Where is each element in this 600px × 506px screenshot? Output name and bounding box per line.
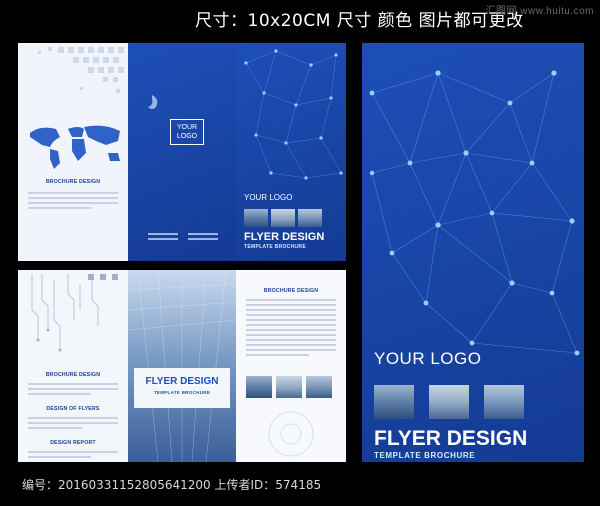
- spread-top-panel-3: YOUR LOGO FLYER DESIGN TEMPLATE BROCHURE: [236, 43, 346, 261]
- cover-photo-2: [429, 385, 469, 419]
- photo-thumb-6: [306, 376, 332, 398]
- body-text-lines-4: [28, 448, 118, 461]
- center-flyer-title: FLYER DESIGN: [145, 376, 219, 387]
- design-of-flyers-heading: DESIGN OF FLYERS: [46, 406, 100, 412]
- photo-thumb-4: [246, 376, 272, 398]
- cover-photo-1: [374, 385, 414, 419]
- center-flyer-card: FLYER DESIGN TEMPLATE BROCHURE: [134, 368, 230, 408]
- body-text-lines-3: [28, 414, 118, 432]
- design-report-heading: DESIGN REPORT: [50, 440, 96, 446]
- spread-bottom-panel-3: BROCHURE DESIGN: [236, 270, 346, 462]
- cover-flyer-subtitle: TEMPLATE BROCHURE: [374, 451, 476, 460]
- spread-top-panel-1: BROCHURE DESIGN: [18, 43, 128, 261]
- small-flyer-subtitle: TEMPLATE BROCHURE: [244, 244, 306, 250]
- pixel-pattern: [38, 47, 124, 93]
- center-flyer-subtitle: TEMPLATE BROCHURE: [153, 390, 211, 395]
- spread-bottom-panel-2: FLYER DESIGN TEMPLATE BROCHURE: [128, 270, 236, 462]
- footer-note: 编号：20160331152805641200 上传者ID：574185: [22, 478, 322, 492]
- network-pattern: [244, 49, 343, 180]
- small-logo-text: YOUR LOGO: [244, 193, 293, 202]
- skyscraper-photo: [128, 270, 236, 462]
- small-flyer-title: FLYER DESIGN: [244, 231, 325, 243]
- cover-flyer-title: FLYER DESIGN: [374, 427, 528, 450]
- cover-panel: YOUR LOGO FLYER DESIGN TEMPLATE BROCHURE: [362, 43, 584, 462]
- logo-box: YOUR LOGO: [170, 119, 204, 145]
- spread-top-panel-2: YOUR LOGO: [128, 43, 236, 261]
- brochure-design-heading-2: BROCHURE DESIGN: [45, 372, 101, 378]
- body-text-lines: [28, 189, 118, 212]
- cover-photo-3: [484, 385, 524, 419]
- logo-box-line2: LOGO: [176, 133, 198, 140]
- contact-row: [148, 233, 220, 240]
- photo-thumb-5: [276, 376, 302, 398]
- body-text-lines-5: [246, 296, 336, 359]
- spread-bottom-panel-1: BROCHURE DESIGN DESIGN OF FLYERS DESIGN …: [18, 270, 128, 462]
- swirl-logo-icon: [148, 95, 158, 109]
- cover-logo-text: YOUR LOGO: [374, 349, 482, 368]
- gear-graphic: [268, 411, 314, 457]
- photo-thumb-1: [244, 209, 268, 227]
- brochure-design-heading-3: BROCHURE DESIGN: [263, 288, 319, 294]
- watermark-text: 汇图网 www.huitu.com: [485, 6, 594, 17]
- circuit-pattern: [31, 274, 118, 352]
- network-pattern-large: [369, 70, 580, 356]
- brochure-design-heading: BROCHURE DESIGN: [45, 179, 101, 185]
- photo-thumb-2: [271, 209, 295, 227]
- world-map-icon: [30, 125, 120, 169]
- logo-box-line1: YOUR: [176, 124, 198, 131]
- body-text-lines-2: [28, 380, 118, 398]
- header-note: 尺寸：10x20CM 尺寸 颜色 图片都可更改: [195, 11, 524, 31]
- photo-thumb-3: [298, 209, 322, 227]
